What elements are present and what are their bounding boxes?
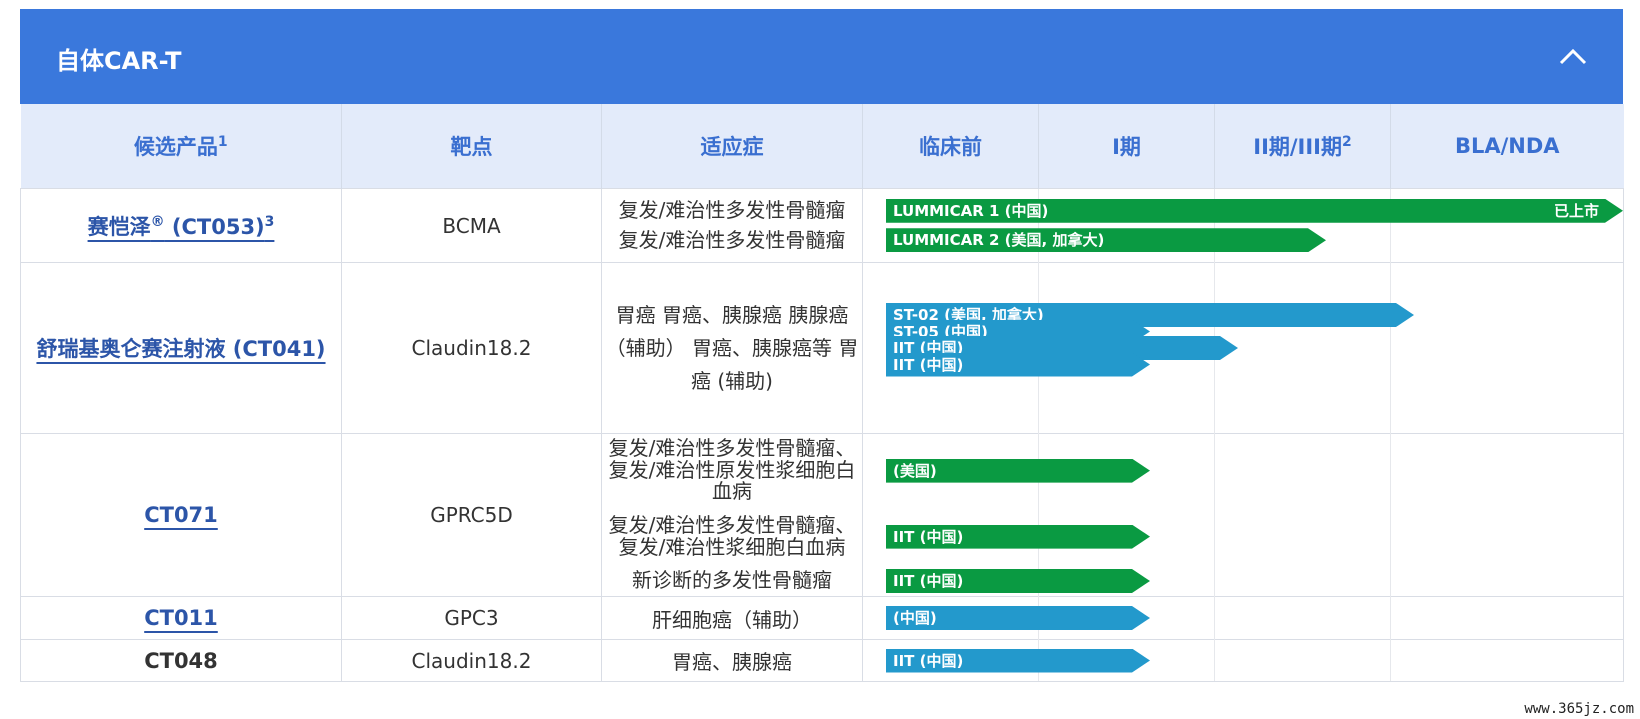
product-cell: CT071 [20, 433, 342, 597]
target-cell: Claudin18.2 [341, 262, 602, 434]
product-cell: 舒瑞基奥仑赛注射液 (CT041) [20, 262, 342, 434]
section-header[interactable]: 自体CAR-T [20, 9, 1623, 104]
product-cell: CT048 [20, 639, 342, 682]
stage-cell [1038, 596, 1215, 640]
product-name: CT048 [144, 648, 218, 673]
table-row: 舒瑞基奥仑赛注射液 (CT041) Claudin18.2 胃癌 胃癌、胰腺癌 … [20, 262, 1624, 434]
stage-cell [1038, 433, 1215, 597]
indication-cell: 胃癌 胃癌、胰腺癌 胰腺癌（辅助） 胃癌、胰腺癌等 胃癌 (辅助) [601, 262, 863, 434]
stage-cell [862, 188, 1039, 263]
target-cell: BCMA [341, 188, 602, 263]
table-header-row: 候选产品1 靶点 适应症 临床前 I期 II期/III期2 BLA/NDA [20, 104, 1624, 189]
stage-cell [1214, 596, 1391, 640]
stage-cell [1390, 188, 1624, 263]
stage-cell [1390, 639, 1624, 682]
car-t-panel: 自体CAR-T 候选产品1 靶点 适应症 临床前 I期 II期/III期2 BL… [20, 9, 1624, 682]
table-row: CT071 GPRC5D 复发/难治性多发性骨髓瘤、 复发/难治性原发性浆细胞白… [20, 433, 1624, 597]
indication-line: 复发/难治性多发性骨髓瘤 [618, 197, 846, 222]
product-link[interactable]: 赛恺泽® (CT053)3 [88, 214, 275, 239]
target-cell: GPC3 [341, 596, 602, 640]
table-row: CT011 GPC3 肝细胞癌（辅助） [20, 596, 1624, 640]
stage-cell [1214, 188, 1391, 263]
stage-cell [1038, 188, 1215, 263]
product-cell: 赛恺泽® (CT053)3 [20, 188, 342, 263]
indication-cell: 复发/难治性多发性骨髓瘤、 复发/难治性原发性浆细胞白 血病 复发/难治性多发性… [601, 433, 863, 597]
stage-cell [1390, 433, 1624, 597]
chevron-up-icon[interactable] [1557, 45, 1589, 69]
stage-cell [1214, 639, 1391, 682]
indication-line: 复发/难治性多发性骨髓瘤、 [608, 436, 856, 461]
pipeline-table: 候选产品1 靶点 适应症 临床前 I期 II期/III期2 BLA/NDA 赛恺… [20, 104, 1624, 682]
product-link[interactable]: CT011 [144, 606, 218, 630]
target-cell: GPRC5D [341, 433, 602, 597]
col-header-bla: BLA/NDA [1390, 104, 1624, 189]
indication-cell: 复发/难治性多发性骨髓瘤 复发/难治性多发性骨髓瘤 [601, 188, 863, 263]
indication-line: 血病 [712, 479, 752, 504]
stage-cell [1038, 639, 1215, 682]
indication-group: 复发/难治性多发性骨髓瘤、 复发/难治性原发性浆细胞白 血病 [602, 438, 862, 503]
stage-cell [862, 433, 1039, 597]
product-cell: CT011 [20, 596, 342, 640]
indication-line: 复发/难治性多发性骨髓瘤、 [608, 513, 856, 537]
indication-line: 复发/难治性浆细胞白血病 [618, 534, 846, 559]
col-header-preclinical: 临床前 [862, 104, 1039, 189]
section-title: 自体CAR-T [56, 47, 182, 75]
indication-line: 新诊断的多发性骨髓瘤 [632, 568, 832, 593]
indication-line: 胃癌 [615, 303, 656, 327]
watermark: www.365jz.com [1524, 701, 1634, 717]
table-row: CT048 Claudin18.2 胃癌、胰腺癌 [20, 639, 1624, 682]
stage-cell [1214, 433, 1391, 597]
stage-cell [862, 639, 1039, 682]
col-header-target: 靶点 [341, 104, 602, 189]
stage-cell [862, 262, 1039, 434]
stage-cell [1038, 262, 1215, 434]
product-link[interactable]: 舒瑞基奥仑赛注射液 (CT041) [36, 337, 325, 361]
indication-line: 复发/难治性原发性浆细胞白 [608, 457, 856, 482]
indication-cell: 肝细胞癌（辅助） [601, 596, 863, 640]
col-header-product: 候选产品1 [20, 104, 342, 189]
indication-line: 胃癌、胰腺癌 [662, 303, 782, 327]
col-header-phase1: I期 [1038, 104, 1215, 189]
indication-group: 复发/难治性多发性骨髓瘤、 复发/难治性浆细胞白血病 [602, 513, 862, 559]
indication-line: 复发/难治性多发性骨髓瘤 [618, 227, 846, 252]
stage-cell [1214, 262, 1391, 434]
product-link[interactable]: CT071 [144, 503, 218, 527]
indication-group: 新诊断的多发性骨髓瘤 [602, 570, 862, 592]
stage-cell [1390, 596, 1624, 640]
target-cell: Claudin18.2 [341, 639, 602, 682]
stage-cell [1390, 262, 1624, 434]
stage-cell [862, 596, 1039, 640]
table-row: 赛恺泽® (CT053)3 BCMA 复发/难治性多发性骨髓瘤 复发/难治性多发… [20, 188, 1624, 263]
indication-line: 胃癌、胰腺癌等 [692, 336, 832, 360]
col-header-indication: 适应症 [601, 104, 863, 189]
col-header-phase23: II期/III期2 [1214, 104, 1391, 189]
indication-cell: 胃癌、胰腺癌 [601, 639, 863, 682]
